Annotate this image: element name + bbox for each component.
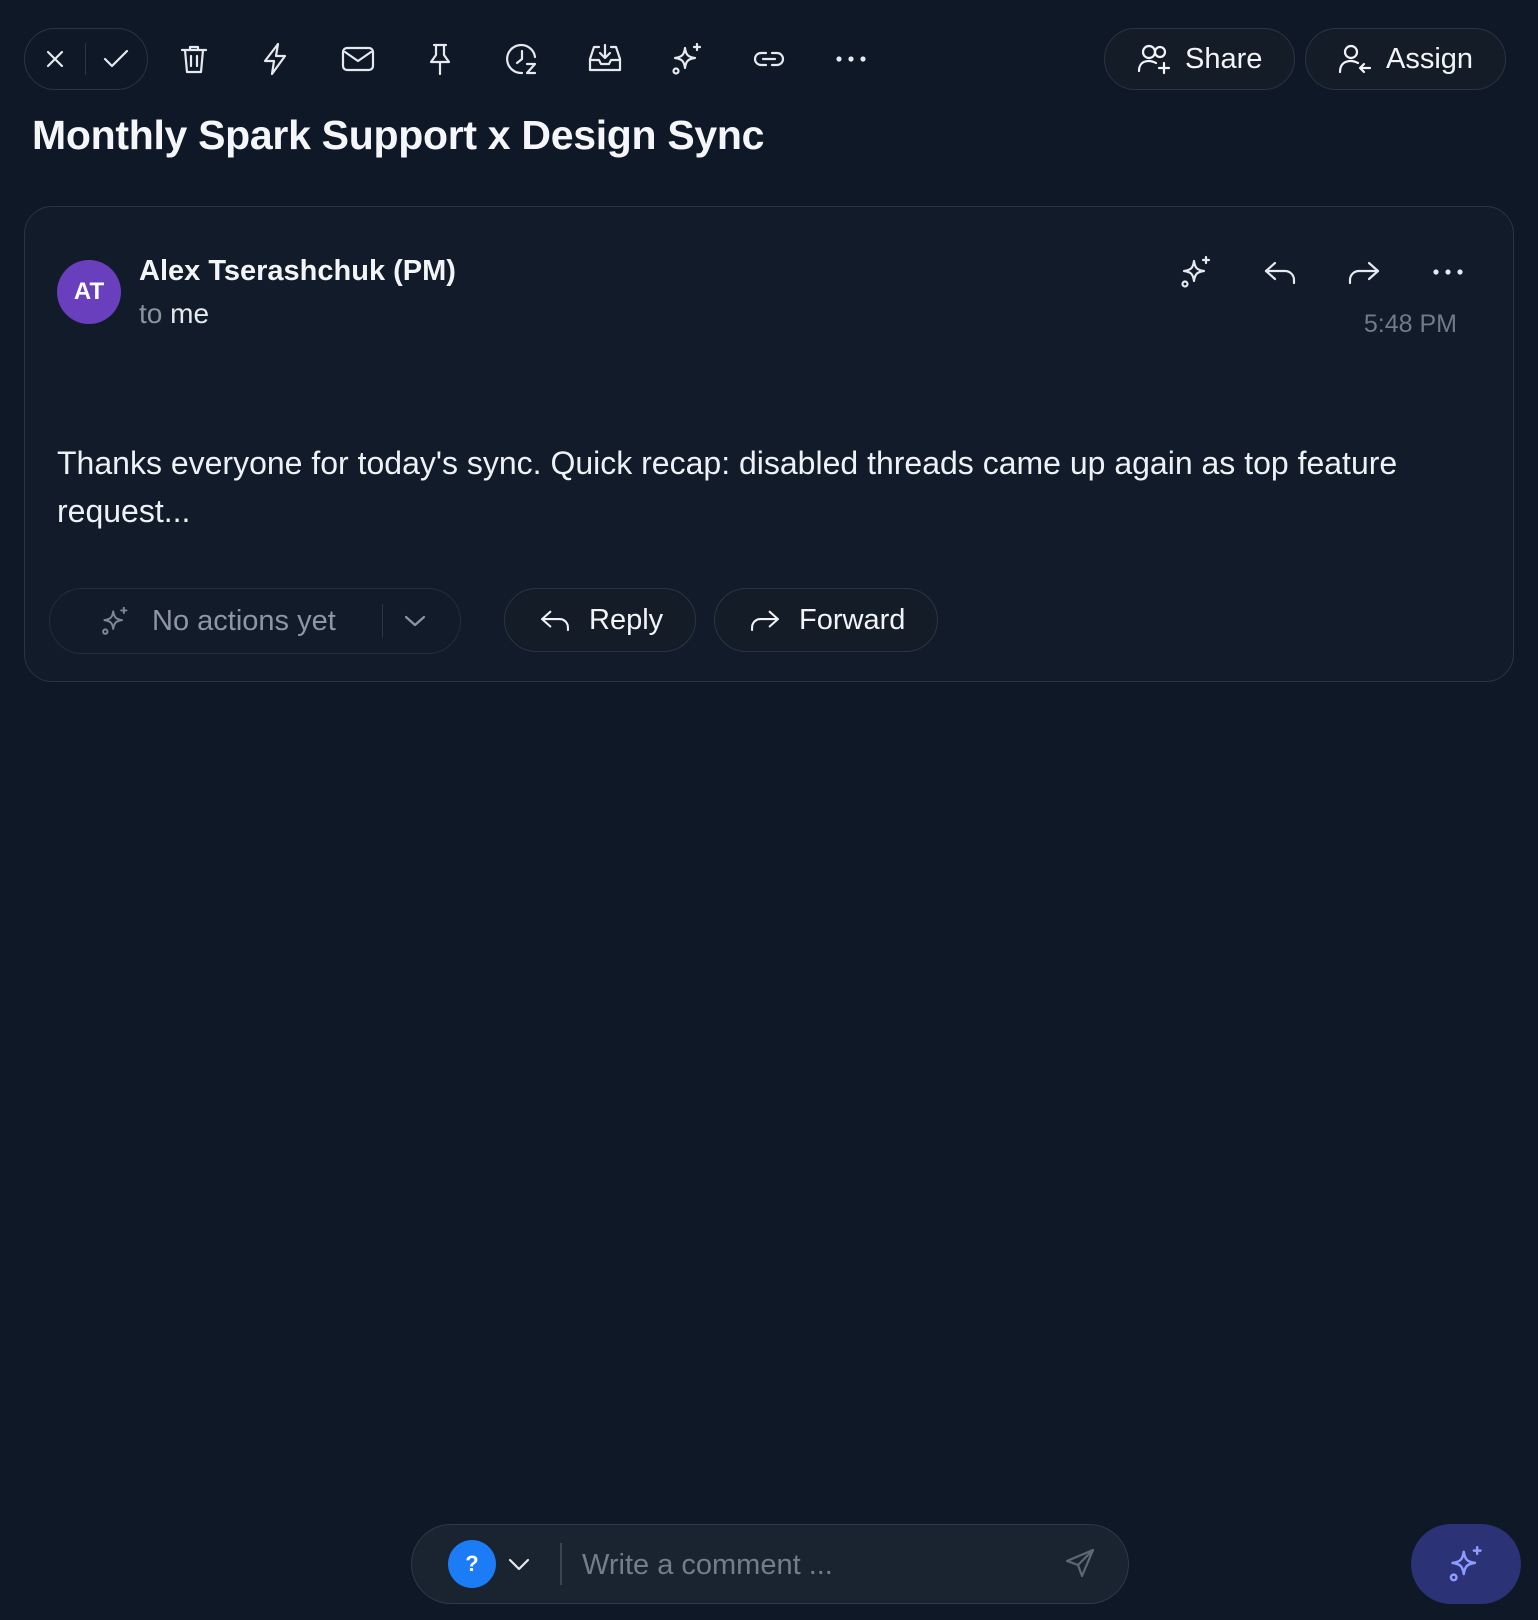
assign-label: Assign [1386, 42, 1474, 75]
message-forward-button[interactable] [1339, 247, 1389, 297]
forward-button[interactable]: Forward [714, 588, 939, 652]
comment-divider [560, 1543, 562, 1585]
archive-tray-icon [588, 43, 622, 72]
ai-actions-label: No actions yet [152, 604, 336, 637]
send-icon[interactable] [1064, 1547, 1096, 1579]
message-time: 5:48 PM [1363, 310, 1457, 338]
quick-action-button[interactable] [251, 35, 299, 83]
users-add-icon [1137, 44, 1171, 75]
delete-button[interactable] [170, 35, 218, 83]
ai-actions-dropdown[interactable]: No actions yet [49, 588, 461, 654]
pin-icon [429, 43, 451, 76]
more-options-button[interactable] [827, 35, 875, 83]
ai-assistant-button[interactable] [1411, 1524, 1521, 1604]
email-message-card: AT Alex Tserashchuk (PM) to me 5:48 PM T… [24, 206, 1514, 682]
snooze-button[interactable] [498, 35, 546, 83]
sparkle-icon [102, 606, 128, 635]
recipient-line: to me [139, 298, 209, 330]
forward-icon [1348, 261, 1380, 285]
reply-button[interactable]: Reply [504, 588, 697, 652]
assign-button[interactable]: Assign [1305, 28, 1507, 90]
sparkle-icon [1449, 1546, 1482, 1582]
comment-bar: ? [411, 1524, 1129, 1604]
link-icon [753, 51, 785, 67]
check-icon [103, 49, 129, 68]
share-button[interactable]: Share [1104, 28, 1296, 90]
comment-input[interactable] [580, 1539, 1024, 1591]
copy-link-button[interactable] [745, 35, 793, 83]
recipient-name: me [170, 298, 210, 329]
mark-done-button[interactable] [86, 29, 146, 89]
message-ai-button[interactable] [1171, 247, 1221, 297]
chevron-down-icon[interactable] [506, 1549, 532, 1579]
pin-button[interactable] [416, 35, 464, 83]
message-reply-button[interactable] [1255, 247, 1305, 297]
close-icon [46, 50, 64, 68]
archive-button[interactable] [581, 35, 629, 83]
more-horizontal-icon [836, 56, 866, 62]
forward-icon [751, 610, 779, 632]
trash-icon [180, 45, 208, 74]
dismiss-done-group [24, 28, 148, 90]
sparkle-icon [1181, 255, 1211, 288]
sender-name[interactable]: Alex Tserashchuk (PM) [139, 255, 456, 288]
mark-unread-button[interactable] [334, 35, 382, 83]
envelope-icon [341, 46, 375, 72]
reply-icon [1264, 261, 1296, 285]
reply-icon [541, 610, 569, 632]
thread-title: Monthly Spark Support x Design Sync [32, 112, 765, 158]
dropdown-divider [382, 604, 383, 638]
chevron-down-icon [404, 615, 426, 627]
avatar: AT [57, 260, 121, 324]
help-badge[interactable]: ? [448, 1540, 496, 1588]
recipient-prefix: to [139, 298, 163, 329]
bolt-icon [263, 42, 287, 76]
forward-label: Forward [799, 603, 906, 636]
user-assign-icon [1338, 44, 1372, 74]
message-actions [1171, 247, 1473, 297]
sparkle-icon [672, 42, 702, 75]
reply-label: Reply [589, 603, 664, 636]
more-horizontal-icon [1433, 269, 1463, 275]
message-more-button[interactable] [1423, 247, 1473, 297]
share-label: Share [1185, 42, 1263, 75]
message-body: Thanks everyone for today's sync. Quick … [57, 445, 1398, 529]
snooze-clock-icon [506, 44, 537, 75]
toolbar: Share Assign [24, 28, 1514, 90]
close-button[interactable] [25, 29, 85, 89]
ai-assist-button[interactable] [663, 35, 711, 83]
